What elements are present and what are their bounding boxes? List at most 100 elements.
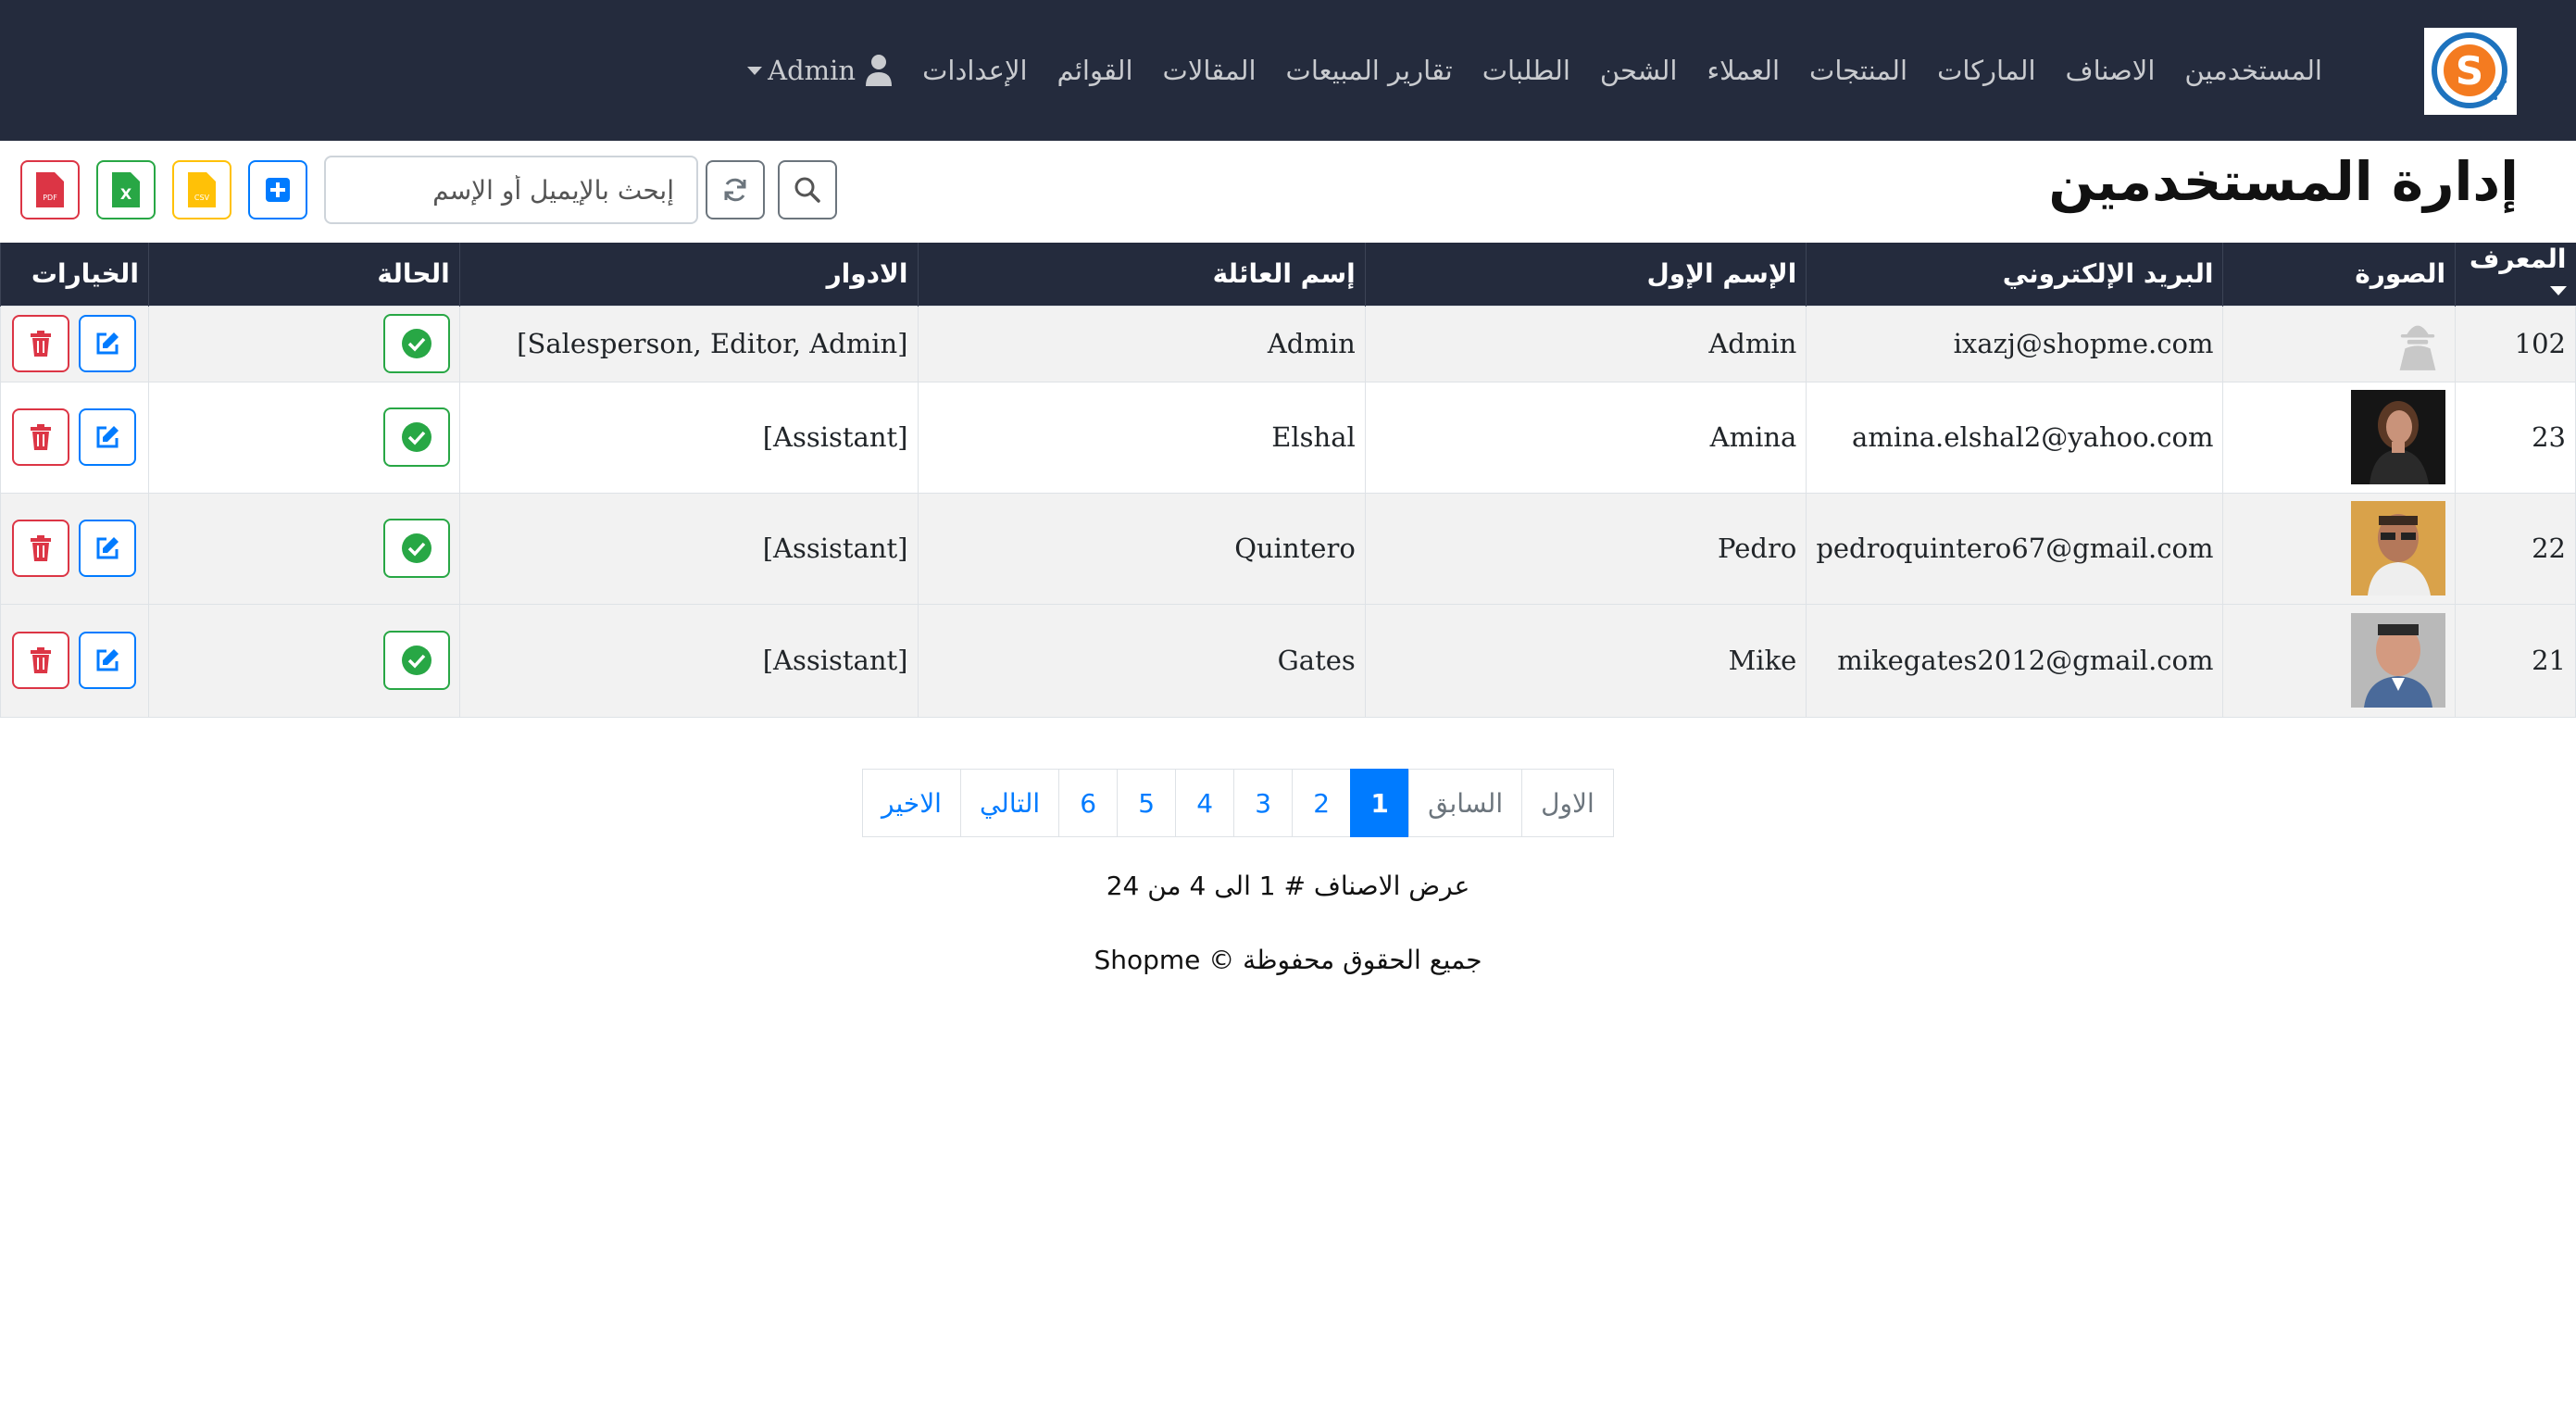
cell-id: 22 [2455, 492, 2576, 605]
edit-button[interactable] [79, 315, 137, 372]
cell-last-name: Quintero [917, 492, 1366, 605]
col-header-email[interactable]: البريد الإلكتروني [1806, 243, 2223, 306]
col-header-roles: الادوار [458, 243, 918, 306]
shopme-logo[interactable]: S [2424, 28, 2517, 115]
status-toggle-button[interactable] [382, 407, 450, 467]
pagination-page-4[interactable]: 4 [1175, 769, 1235, 837]
check-circle-icon [401, 422, 431, 452]
trash-icon [31, 424, 52, 450]
search-input[interactable] [324, 156, 698, 224]
pagination-page-5[interactable]: 5 [1117, 769, 1177, 837]
cell-id: 21 [2455, 603, 2576, 718]
cell-last-name: Elshal [917, 381, 1366, 494]
cell-status [147, 492, 460, 605]
nav-item-users[interactable]: المستخدمين [2170, 55, 2337, 86]
col-header-first-name[interactable]: الإسم الإول [1364, 243, 1807, 306]
delete-button[interactable] [12, 408, 70, 466]
cell-status [147, 603, 460, 718]
search-button[interactable] [778, 160, 837, 219]
table-row: 23 amina.elshal2@yahoo.com Amina Elshal … [0, 381, 2576, 494]
pagination-last[interactable]: الاخير [862, 769, 961, 837]
nav-item-orders[interactable]: الطلبات [1468, 55, 1585, 86]
cell-photo [2222, 492, 2457, 605]
add-user-button[interactable] [248, 160, 307, 219]
check-circle-icon [401, 329, 431, 358]
nav-item-menus[interactable]: القوائم [1043, 55, 1148, 86]
nav-item-articles[interactable]: المقالات [1148, 55, 1271, 86]
nav-item-sales-reports[interactable]: تقارير المبيعات [1271, 55, 1468, 86]
cell-roles: [Assistant] [458, 492, 919, 605]
table-row: 21 mikegates2012@gmail.com Mike Gates [A… [0, 603, 2576, 718]
cell-photo [2222, 603, 2457, 718]
cell-id: 102 [2455, 305, 2576, 382]
export-csv-button[interactable]: CSV [172, 160, 231, 219]
table-row: 102 ixazj@shopme.com Admin Admin [Salesp… [0, 305, 2576, 382]
check-circle-icon [401, 646, 431, 675]
svg-text:X: X [120, 185, 132, 203]
cell-actions [0, 492, 149, 605]
results-summary: عرض الاصناف # 1 الى 4 من 24 [1106, 871, 1470, 901]
cell-actions [0, 603, 149, 718]
page-footer: جميع الحقوق محفوظة © Shopme [1094, 945, 1482, 975]
nav-item-shipping[interactable]: الشحن [1585, 55, 1693, 86]
default-user-icon [2399, 325, 2436, 370]
cell-status [147, 381, 460, 494]
nav-item-settings[interactable]: الإعدادات [907, 55, 1042, 86]
check-circle-icon [401, 533, 431, 563]
cell-last-name: Admin [917, 305, 1366, 382]
edit-icon [96, 649, 119, 671]
status-toggle-button[interactable] [382, 519, 450, 578]
cell-first-name: Mike [1364, 603, 1807, 718]
pagination-page-6[interactable]: 6 [1058, 769, 1119, 837]
cell-photo [2222, 305, 2457, 382]
col-header-actions: الخيارات [0, 243, 149, 306]
cell-first-name: Pedro [1364, 492, 1807, 605]
nav-item-categories[interactable]: الاصناف [2051, 55, 2170, 86]
table-row: 22 pedroquintero67@gmail.com Pedro Quint… [0, 492, 2576, 605]
cell-roles: [Assistant] [458, 381, 919, 494]
search-icon [794, 177, 820, 203]
cell-first-name: Amina [1364, 381, 1807, 494]
shopme-logo-icon: S [2432, 32, 2507, 108]
cell-status [147, 305, 460, 382]
col-header-id[interactable]: المعرف [2455, 243, 2576, 306]
edit-button[interactable] [79, 408, 137, 466]
user-menu[interactable]: Admin [738, 54, 893, 87]
edit-icon [96, 332, 119, 355]
status-toggle-button[interactable] [382, 314, 450, 373]
col-header-photo: الصورة [2222, 243, 2456, 306]
status-toggle-button[interactable] [382, 631, 450, 690]
pagination-next[interactable]: التالي [959, 769, 1060, 837]
toolbar: PDF X CSV [20, 156, 850, 224]
pagination-page-2[interactable]: 2 [1292, 769, 1352, 837]
col-header-id-label: المعرف [2469, 243, 2567, 274]
refresh-button[interactable] [706, 160, 765, 219]
export-excel-button[interactable]: X [96, 160, 156, 219]
edit-button[interactable] [79, 520, 137, 577]
pagination-first: الاول [1521, 769, 1614, 837]
delete-button[interactable] [12, 520, 70, 577]
pagination-page-1[interactable]: 1 [1350, 769, 1410, 837]
cell-photo [2222, 381, 2457, 494]
export-pdf-button[interactable]: PDF [20, 160, 80, 219]
cell-first-name: Admin [1364, 305, 1807, 382]
top-navbar: S المستخدمين الاصناف الماركات المنتجات ا… [0, 0, 2576, 141]
col-header-status[interactable]: الحالة [147, 243, 460, 306]
trash-icon [31, 331, 52, 357]
trash-icon [31, 647, 52, 673]
pdf-file-icon: PDF [36, 172, 64, 207]
nav-item-customers[interactable]: العملاء [1692, 55, 1794, 86]
user-dropdown[interactable]: Admin [738, 55, 865, 86]
delete-button[interactable] [12, 632, 70, 689]
nav-item-brands[interactable]: الماركات [1922, 55, 2050, 86]
row-actions [10, 408, 139, 466]
delete-button[interactable] [12, 315, 70, 372]
pagination-page-3[interactable]: 3 [1233, 769, 1294, 837]
nav-item-products[interactable]: المنتجات [1794, 55, 1922, 86]
cell-actions [0, 305, 149, 382]
svg-text:CSV: CSV [194, 194, 210, 202]
pagination: الاخير التالي 6 5 4 3 2 1 السابق الاول [862, 769, 1614, 837]
trash-icon [31, 535, 52, 561]
edit-button[interactable] [79, 632, 137, 689]
col-header-last-name[interactable]: إسم العائلة [917, 243, 1366, 306]
